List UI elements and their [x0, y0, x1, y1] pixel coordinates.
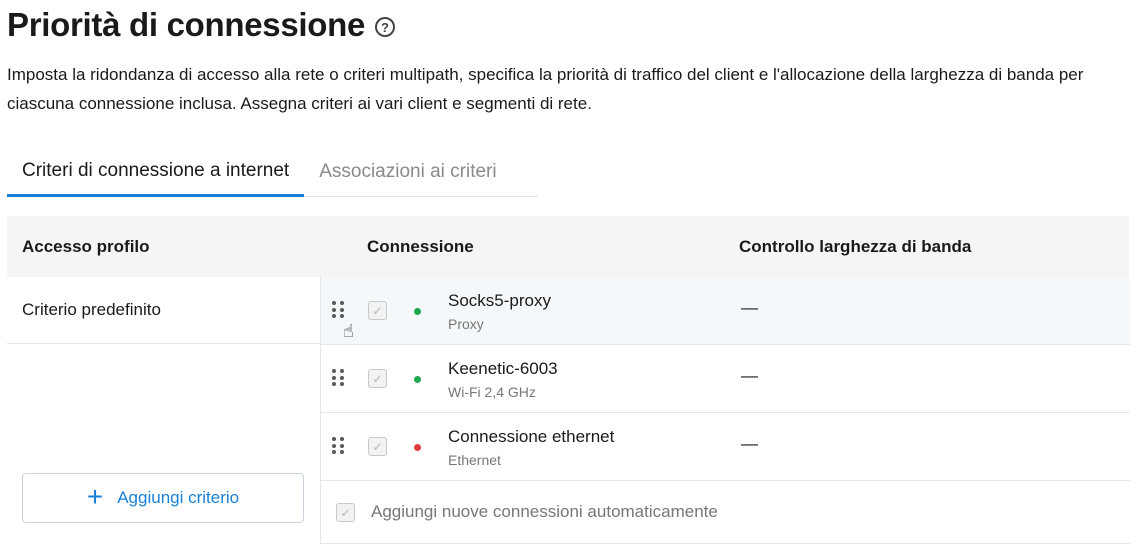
page-description: Imposta la ridondanza di accesso alla re…: [7, 65, 1084, 113]
page-title: Priorità di connessione: [7, 6, 366, 43]
plus-icon: +: [86, 480, 104, 512]
status-dot-icon: [414, 308, 421, 315]
connection-name: Keenetic-6003: [448, 359, 558, 378]
add-policy-label: Aggiungi criterio: [117, 488, 240, 507]
bandwidth-value: —: [741, 434, 758, 453]
hand-cursor-icon: ☝: [343, 321, 354, 341]
connection-row[interactable]: ☝ ✓ Socks5-proxy Proxy —: [321, 277, 1130, 345]
policy-table: Accesso profilo Connessione Controllo la…: [7, 216, 1130, 544]
drag-handle-icon[interactable]: [332, 369, 344, 387]
connection-row[interactable]: ✓ Connessione ethernet Ethernet —: [321, 413, 1130, 481]
bandwidth-value: —: [741, 366, 758, 385]
connection-list: ☝ ✓ Socks5-proxy Proxy — ✓ Keenetic-6003…: [320, 277, 1130, 544]
connection-row[interactable]: ✓ Keenetic-6003 Wi-Fi 2,4 GHz —: [321, 345, 1130, 413]
connection-checkbox[interactable]: ✓: [368, 369, 387, 388]
column-header-connection: Connessione: [367, 236, 474, 256]
bandwidth-value: —: [741, 298, 758, 317]
profile-item-default[interactable]: Criterio predefinito: [7, 277, 320, 344]
status-dot-icon: [414, 444, 421, 451]
table-header: Accesso profilo Connessione Controllo la…: [7, 216, 1129, 277]
column-header-bandwidth: Controllo larghezza di banda: [739, 236, 972, 256]
auto-add-label[interactable]: Aggiungi nuove connessioni automaticamen…: [371, 502, 718, 522]
auto-add-checkbox[interactable]: ✓: [336, 503, 355, 522]
connection-type: Ethernet: [448, 452, 501, 468]
title-row: Priorità di connessione ?: [7, 4, 396, 46]
connection-name: Socks5-proxy: [448, 291, 551, 310]
connection-type: Proxy: [448, 316, 484, 332]
drag-handle-icon[interactable]: [332, 437, 344, 455]
status-dot-icon: [414, 376, 421, 383]
question-circle-icon[interactable]: ?: [375, 17, 396, 37]
profile-list: Criterio predefinito + Aggiungi criterio: [7, 277, 320, 544]
drag-handle-icon[interactable]: [332, 301, 344, 319]
connection-checkbox[interactable]: ✓: [368, 437, 387, 456]
tab-policy-bindings[interactable]: Associazioni ai criteri: [304, 146, 511, 197]
tab-bar: Criteri di connessione a internet Associ…: [7, 146, 538, 197]
connection-checkbox[interactable]: ✓: [368, 301, 387, 320]
tab-connection-policies[interactable]: Criteri di connessione a internet: [7, 146, 305, 197]
column-header-profile: Accesso profilo: [22, 236, 150, 256]
add-policy-button[interactable]: + Aggiungi criterio: [22, 473, 304, 523]
connection-type: Wi-Fi 2,4 GHz: [448, 384, 536, 400]
auto-add-row: ✓ Aggiungi nuove connessioni automaticam…: [321, 480, 1130, 544]
connection-name: Connessione ethernet: [448, 427, 615, 446]
